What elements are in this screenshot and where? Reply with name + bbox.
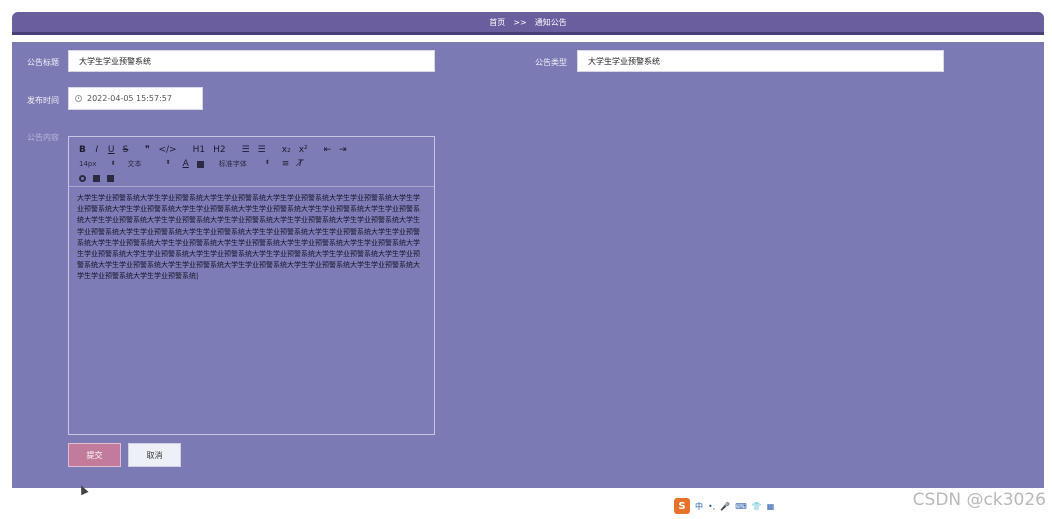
time-value: 2022-04-05 15:57:57 <box>87 94 172 103</box>
submit-button[interactable]: 提交 <box>68 443 121 467</box>
strike-button[interactable]: S <box>122 144 129 156</box>
type-label: 公告类型 <box>535 58 567 67</box>
bold-button[interactable]: B <box>79 144 86 156</box>
form-panel: 公告标题 大学生学业预警系统 公告类型 大学生学业预警系统 发布时间 2022-… <box>12 42 1044 488</box>
code-button[interactable]: </> <box>158 144 176 156</box>
text-style-select[interactable]: 文本 ⬍ <box>128 159 171 169</box>
image-icon[interactable] <box>93 174 100 182</box>
title-input[interactable]: 大学生学业预警系统 <box>68 50 435 72</box>
ime-keyboard-icon[interactable]: ⌨ <box>735 502 747 511</box>
rich-text-editor: B I U S ❞ </> H1 H2 ☰ ☰ x₂ x² ⇤ ⇥ 14px ⬍… <box>68 136 435 435</box>
video-icon[interactable] <box>107 174 114 182</box>
ime-menu-icon[interactable]: ▦ <box>767 502 775 511</box>
ime-punctuation-icon[interactable]: •, <box>708 502 715 511</box>
type-input[interactable]: 大学生学业预警系统 <box>577 50 944 72</box>
title-label: 公告标题 <box>27 58 59 67</box>
font-family-select[interactable]: 标准字体 ⬍ <box>219 159 270 169</box>
cancel-button[interactable]: 取消 <box>128 443 181 467</box>
italic-button[interactable]: I <box>94 144 100 156</box>
breadcrumb-home[interactable]: 首页 <box>489 17 505 28</box>
breadcrumb: 首页 >> 通知公告 <box>12 12 1044 35</box>
outdent-button[interactable]: ⇤ <box>324 144 332 156</box>
font-size-select[interactable]: 14px ⬍ <box>79 160 116 168</box>
subscript-button[interactable]: x₂ <box>282 144 291 156</box>
watermark: CSDN @ck3026 <box>912 490 1046 510</box>
time-label: 发布时间 <box>27 96 59 105</box>
clock-icon <box>75 95 82 102</box>
breadcrumb-current: 通知公告 <box>534 17 567 27</box>
font-color-button[interactable]: A <box>183 158 189 170</box>
clear-format-button[interactable]: T̸ <box>297 158 304 170</box>
align-button[interactable]: ≡ <box>282 158 290 170</box>
superscript-button[interactable]: x² <box>299 144 308 156</box>
editor-content[interactable]: 大学生学业预警系统大学生学业预警系统大学生学业预警系统大学生学业预警系统大学生学… <box>69 187 434 289</box>
content-label: 公告内容 <box>27 133 59 142</box>
ime-skin-icon[interactable]: 👕 <box>752 502 762 511</box>
time-input[interactable]: 2022-04-05 15:57:57 <box>68 87 203 110</box>
breadcrumb-separator: >> <box>513 17 527 27</box>
ime-microphone-icon[interactable]: 🎤 <box>720 502 730 511</box>
underline-button[interactable]: U <box>108 144 115 156</box>
h1-button[interactable]: H1 <box>193 144 206 156</box>
ordered-list-button[interactable]: ☰ <box>242 144 250 156</box>
indent-button[interactable]: ⇥ <box>339 144 347 156</box>
bullet-list-button[interactable]: ☰ <box>258 144 266 156</box>
link-icon[interactable] <box>79 174 86 182</box>
ime-toolbar[interactable]: S 中 •, 🎤 ⌨ 👕 ▦ <box>674 498 774 514</box>
quote-button[interactable]: ❞ <box>144 144 150 156</box>
background-color-icon[interactable] <box>196 160 204 168</box>
ime-chinese-mode[interactable]: 中 <box>695 501 703 512</box>
h2-button[interactable]: H2 <box>213 144 226 156</box>
sogou-logo-icon[interactable]: S <box>674 498 690 514</box>
editor-toolbar: B I U S ❞ </> H1 H2 ☰ ☰ x₂ x² ⇤ ⇥ 14px ⬍… <box>69 137 434 187</box>
